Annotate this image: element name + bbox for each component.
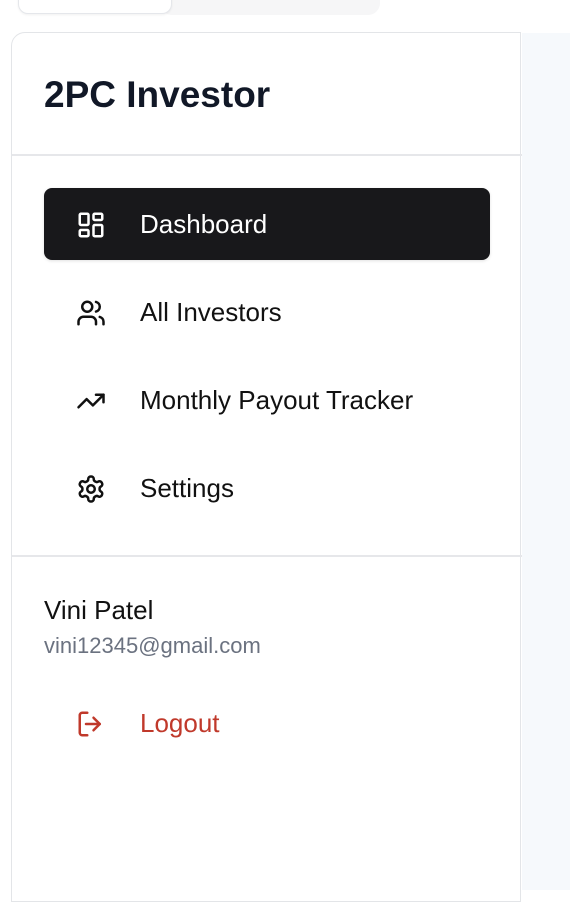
sidebar-item-label: Dashboard — [140, 209, 268, 239]
user-email: vini12345@gmail.com — [44, 633, 261, 658]
user-name: Vini Patel — [44, 595, 154, 625]
top-tab-secondary[interactable] — [160, 0, 380, 15]
dashboard-icon — [78, 212, 104, 238]
users-icon — [77, 300, 105, 326]
sidebar-item-label: Settings — [140, 473, 234, 503]
sidebar: 2PC Investor Dashboard All Investors Mon… — [11, 32, 522, 902]
logout-label: Logout — [140, 708, 220, 738]
logout-icon — [78, 711, 101, 737]
sidebar-divider-top — [12, 154, 522, 156]
sidebar-item-label: All Investors — [140, 297, 282, 327]
sidebar-item-dashboard[interactable]: Dashboard — [44, 188, 490, 260]
sidebar-item-monthly-payout-tracker[interactable]: Monthly Payout Tracker — [44, 364, 490, 436]
sidebar-item-settings[interactable]: Settings — [44, 452, 490, 524]
top-bar — [0, 0, 570, 20]
main-content-area — [522, 33, 570, 890]
app-title: 2PC Investor — [44, 74, 271, 115]
top-tab-primary[interactable] — [18, 0, 172, 14]
trending-up-icon — [77, 393, 105, 409]
gear-icon — [78, 475, 104, 503]
logout-button[interactable]: Logout — [44, 687, 344, 759]
sidebar-divider-bottom — [12, 555, 522, 557]
sidebar-item-label: Monthly Payout Tracker — [140, 385, 414, 415]
sidebar-item-all-investors[interactable]: All Investors — [44, 276, 490, 348]
